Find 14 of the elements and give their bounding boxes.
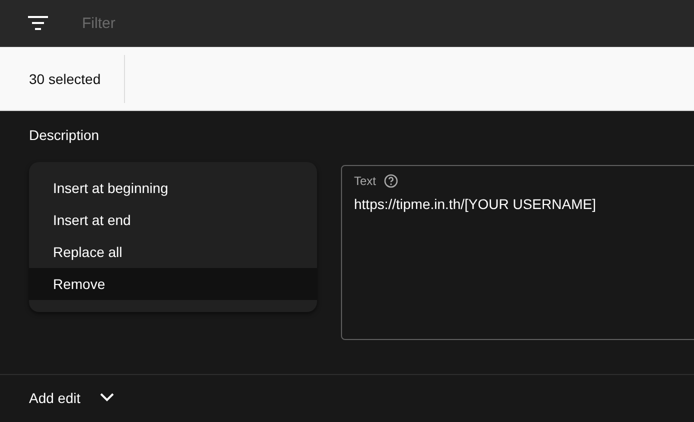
menu-item[interactable]: Insert at end	[29, 204, 317, 236]
field-value: https://tipme.in.th/[YOUR USERNAME]	[354, 196, 597, 212]
menu-item[interactable]: Remove	[29, 268, 317, 300]
text-field[interactable]: Text https://tipme.in.th/[YOUR USERNAME]	[341, 165, 694, 340]
section-title: Description	[29, 127, 100, 143]
menu-item[interactable]: Replace all	[29, 236, 317, 268]
filter-field[interactable]: Filter	[80, 14, 384, 32]
help-icon[interactable]	[384, 174, 398, 188]
filter-icon[interactable]	[28, 16, 48, 30]
selected-count: 30 selected	[29, 54, 125, 102]
add-edit-button[interactable]: Add edit	[29, 390, 114, 406]
chevron-down-icon	[100, 393, 114, 402]
menu-item[interactable]: Insert at beginning	[29, 172, 317, 204]
field-label: Text	[354, 174, 376, 188]
